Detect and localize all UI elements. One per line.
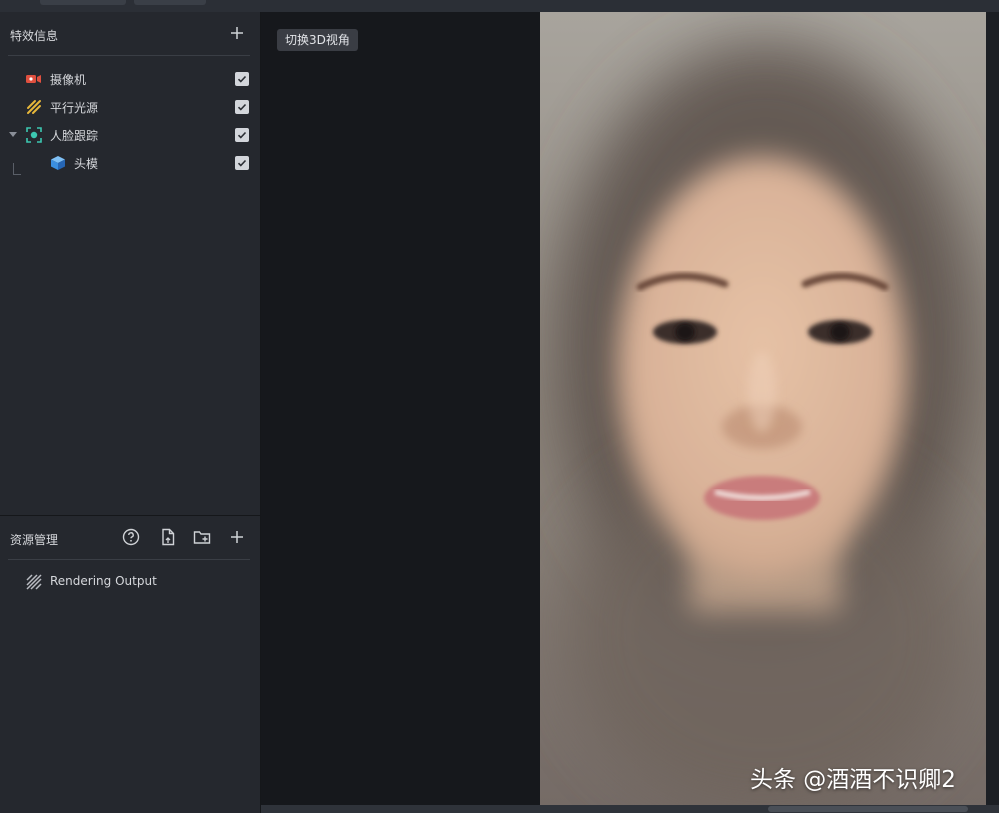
new-folder-button[interactable] <box>192 527 212 547</box>
face-tracking-icon <box>26 127 42 143</box>
resources-panel-title: 资源管理 <box>10 533 59 547</box>
resources-panel-header: 资源管理 <box>0 516 260 560</box>
directional-light-icon <box>26 99 42 115</box>
3d-viewport[interactable] <box>261 12 540 805</box>
help-button[interactable] <box>121 527 141 547</box>
right-edge <box>986 12 999 805</box>
visibility-checkbox[interactable] <box>235 100 249 114</box>
watermark-text: 头条 @酒酒不识卿2 <box>750 767 956 793</box>
divider <box>8 559 250 560</box>
visibility-checkbox[interactable] <box>235 156 249 170</box>
tree-item-label: 摄像机 <box>50 73 87 87</box>
visibility-checkbox[interactable] <box>235 72 249 86</box>
folder-add-icon <box>193 531 211 544</box>
checkmark-icon <box>237 75 247 83</box>
tree-item-camera[interactable]: 摄像机 <box>0 65 260 93</box>
add-resource-button[interactable] <box>227 527 247 547</box>
resource-item-label: Rendering Output <box>50 574 157 588</box>
preview-canvas[interactable] <box>540 12 986 805</box>
plus-icon <box>231 531 243 543</box>
tree-item-label: 平行光源 <box>50 101 99 115</box>
effects-panel-header: 特效信息 <box>0 12 260 56</box>
face-preview-image <box>540 12 986 805</box>
visibility-checkbox[interactable] <box>235 128 249 142</box>
divider <box>8 55 250 56</box>
import-file-button[interactable] <box>158 527 178 547</box>
file-icon <box>162 528 175 546</box>
tree-item-label: 头模 <box>74 157 99 171</box>
checkmark-icon <box>237 159 247 167</box>
tree-item-label: 人脸跟踪 <box>50 129 99 143</box>
camera-icon <box>26 71 42 87</box>
rendering-output-icon <box>26 574 42 590</box>
effects-panel-title: 特效信息 <box>10 29 59 43</box>
head-model-cube-icon <box>50 155 66 171</box>
plus-icon <box>231 27 243 39</box>
checkmark-icon <box>237 131 247 139</box>
add-effect-button[interactable] <box>227 23 247 43</box>
expand-caret-icon[interactable] <box>9 132 17 137</box>
help-icon <box>122 528 140 546</box>
checkmark-icon <box>237 103 247 111</box>
tree-item-head-model[interactable]: 头模 <box>0 149 260 177</box>
top-tab[interactable] <box>40 0 126 5</box>
resource-item-rendering-output[interactable]: Rendering Output <box>0 568 260 596</box>
tree-item-directional-light[interactable]: 平行光源 <box>0 93 260 121</box>
toggle-3d-view-button[interactable]: 切换3D视角 <box>277 29 358 51</box>
left-panel: 特效信息 摄像机 平行光源 人脸跟踪 头模 资源管理 Rendering Out… <box>0 12 261 813</box>
top-tab[interactable] <box>134 0 206 5</box>
scrollbar-thumb[interactable] <box>768 806 968 812</box>
top-toolbar <box>0 0 999 12</box>
tree-item-face-tracking[interactable]: 人脸跟踪 <box>0 121 260 149</box>
